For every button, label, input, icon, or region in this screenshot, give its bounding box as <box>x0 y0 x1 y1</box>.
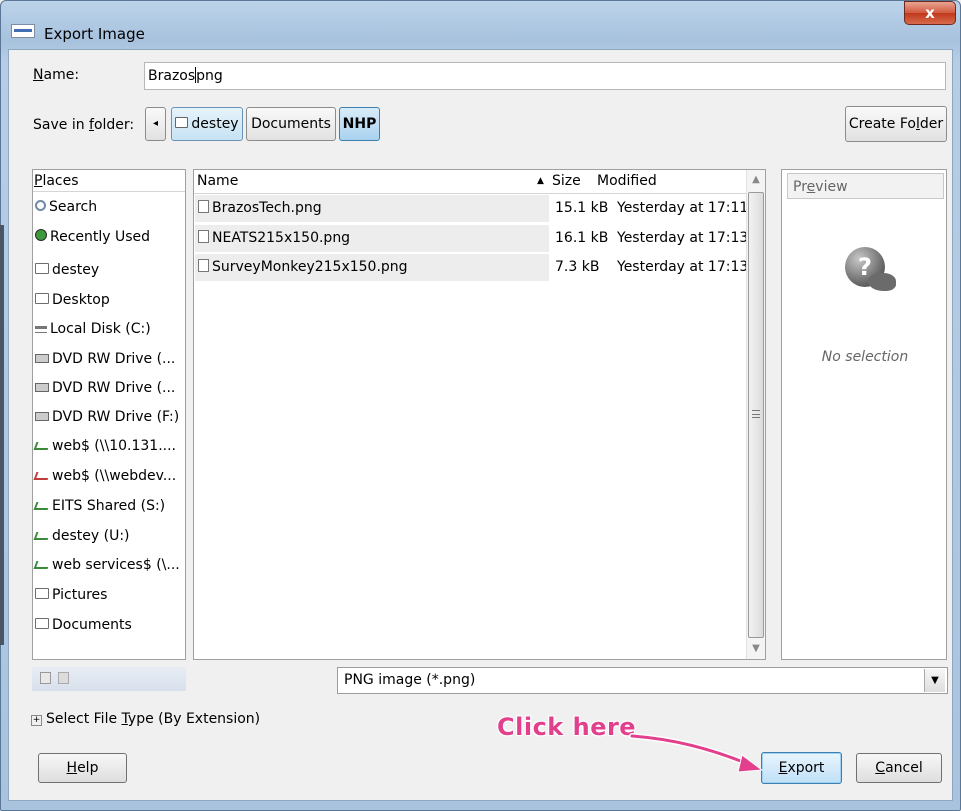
close-icon: x <box>925 4 935 22</box>
column-header-modified[interactable]: Modified <box>597 173 657 189</box>
scroll-down-button[interactable]: ▼ <box>746 639 765 659</box>
file-icon <box>198 200 209 213</box>
preview-label: Preview <box>787 173 944 199</box>
name-value-after-caret: png <box>196 68 223 84</box>
place-destey-u[interactable]: destey (U:) <box>33 528 130 544</box>
annotation-arrow-icon <box>629 733 764 773</box>
place-search[interactable]: Search <box>35 199 97 215</box>
place-desktop[interactable]: Desktop <box>35 292 110 308</box>
place-local-disk-c[interactable]: Local Disk (C:) <box>35 321 151 337</box>
place-destey[interactable]: destey <box>35 262 99 278</box>
place-web-10-131[interactable]: web$ (\\10.131.... <box>33 438 176 454</box>
dvd-icon <box>35 383 49 392</box>
network-drive-icon <box>33 442 51 450</box>
gimp-mascot-icon <box>868 273 896 291</box>
places-header[interactable]: Places <box>33 170 185 192</box>
file-size: 15.1 kB <box>555 200 609 216</box>
header-divider <box>194 193 746 194</box>
name-input[interactable]: Brazospng <box>144 62 946 90</box>
cancel-button[interactable]: Cancel <box>856 753 942 783</box>
file-modified: Yesterday at 17:11 <box>617 200 749 216</box>
close-button[interactable]: x <box>904 1 956 25</box>
preview-empty-text: No selection <box>821 349 909 365</box>
help-button[interactable]: Help <box>38 753 127 783</box>
network-drive-icon <box>33 532 51 540</box>
place-documents[interactable]: Documents <box>35 617 132 633</box>
scrollbar-grip-icon <box>752 410 760 418</box>
place-dvd-drive-1[interactable]: DVD RW Drive (... <box>35 351 175 367</box>
place-eits-shared[interactable]: EITS Shared (S:) <box>33 498 165 514</box>
app-icon <box>11 24 35 38</box>
create-folder-button[interactable]: Create Folder <box>845 106 947 142</box>
place-web-services[interactable]: web services$ (\... <box>33 557 180 573</box>
folder-icon <box>35 588 49 599</box>
path-button-documents[interactable]: Documents <box>246 107 336 141</box>
folder-icon <box>175 117 189 128</box>
file-list: Name ▲ Size Modified BrazosTech.png 15.1… <box>193 169 766 660</box>
dvd-icon <box>35 412 49 421</box>
file-size: 7.3 kB <box>555 259 600 275</box>
recent-icon <box>35 229 47 241</box>
sort-ascending-icon: ▲ <box>537 176 544 186</box>
preview-pane: Preview ? No selection <box>781 169 947 660</box>
path-button-destey[interactable]: destey <box>171 107 243 141</box>
file-size: 16.1 kB <box>555 230 609 246</box>
network-drive-disconnected-icon <box>33 472 51 480</box>
name-label: Name: <box>33 67 80 83</box>
remove-bookmark-button[interactable] <box>58 672 69 684</box>
folder-icon <box>35 618 49 629</box>
place-dvd-drive-2[interactable]: DVD RW Drive (... <box>35 380 175 396</box>
chevron-down-icon[interactable]: ▼ <box>924 669 945 692</box>
network-drive-icon <box>33 561 51 569</box>
file-modified: Yesterday at 17:13 <box>617 259 749 275</box>
dvd-icon <box>35 354 49 363</box>
place-dvd-drive-f[interactable]: DVD RW Drive (F:) <box>35 409 179 425</box>
path-button-nhp[interactable]: NHP <box>339 107 380 141</box>
disk-icon <box>35 326 47 333</box>
chevron-left-icon: ◂ <box>152 118 159 129</box>
place-web-webdev[interactable]: web$ (\\webdev... <box>33 468 176 484</box>
click-here-annotation: Click here <box>497 713 637 741</box>
window-title: Export Image <box>44 25 145 43</box>
file-type-select[interactable]: PNG image (*.png) <box>337 667 948 694</box>
places-toolbar <box>32 667 186 691</box>
column-header-size[interactable]: Size <box>552 173 581 189</box>
file-name: NEATS215x150.png <box>198 230 350 246</box>
background-window-edge <box>0 225 4 645</box>
places-pane: Places Search Recently Used destey Deskt… <box>32 169 186 660</box>
place-pictures[interactable]: Pictures <box>35 587 107 603</box>
place-recently-used[interactable]: Recently Used <box>35 229 150 245</box>
file-modified: Yesterday at 17:13 <box>617 230 749 246</box>
scroll-up-button[interactable]: ▲ <box>746 170 765 190</box>
file-name: BrazosTech.png <box>198 200 322 216</box>
search-icon <box>35 200 46 211</box>
export-button[interactable]: Export <box>761 752 842 784</box>
file-icon <box>198 230 209 243</box>
file-icon <box>198 259 209 272</box>
folder-icon <box>35 263 49 274</box>
save-in-folder-label: Save in folder: <box>33 117 135 133</box>
name-value-before-caret: Brazos <box>148 68 196 84</box>
expand-icon: + <box>31 715 42 726</box>
select-file-type-expander[interactable]: + Select File Type (By Extension) <box>31 711 260 727</box>
network-drive-icon <box>33 502 51 510</box>
folder-icon <box>35 293 49 304</box>
file-name: SurveyMonkey215x150.png <box>198 259 408 275</box>
add-bookmark-button[interactable] <box>40 672 51 684</box>
column-header-name[interactable]: Name <box>197 173 238 189</box>
path-scroll-left-button[interactable]: ◂ <box>145 107 166 141</box>
